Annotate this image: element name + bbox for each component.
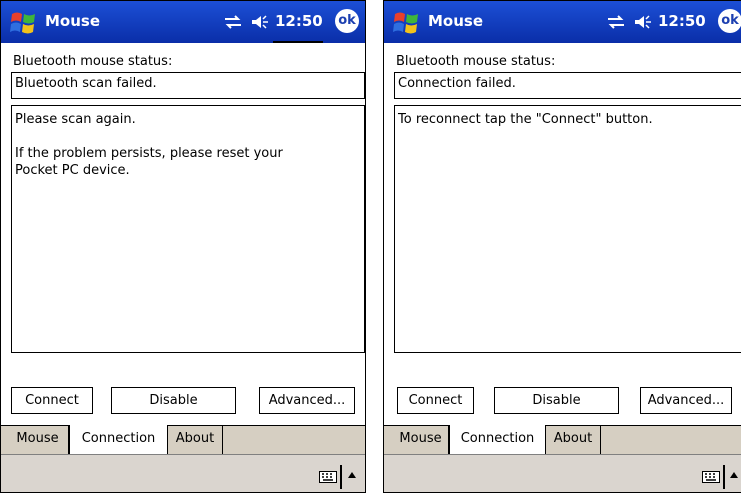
input-separator: [723, 465, 725, 489]
keyboard-icon[interactable]: [702, 471, 720, 483]
message-area: To reconnect tap the "Connect" button.: [394, 105, 741, 353]
tab-connection[interactable]: Connection: [449, 425, 546, 454]
windows-start-icon[interactable]: [392, 8, 422, 38]
connectivity-icon[interactable]: [606, 14, 626, 30]
advanced-button[interactable]: Advanced...: [640, 387, 732, 414]
message-area: Please scan again. If the problem persis…: [11, 105, 365, 353]
disable-button[interactable]: Disable: [494, 387, 619, 414]
clock[interactable]: 12:50: [275, 12, 323, 30]
tab-about[interactable]: About: [546, 425, 601, 454]
ok-button[interactable]: ok: [718, 9, 741, 33]
tab-bar: Mouse Connection About: [384, 425, 741, 455]
clock-underline: [273, 41, 323, 43]
status-label: Bluetooth mouse status:: [396, 54, 556, 69]
command-bar: [1, 454, 365, 492]
command-bar: [384, 454, 741, 492]
pocket-pc-screen-left: Mouse 12:50 ok Bluetooth mouse status: B…: [0, 0, 366, 493]
tab-mouse[interactable]: Mouse: [7, 425, 69, 454]
tab-about[interactable]: About: [168, 425, 223, 454]
tab-connection[interactable]: Connection: [69, 425, 168, 454]
status-label: Bluetooth mouse status:: [13, 54, 173, 69]
windows-start-icon[interactable]: [9, 8, 39, 38]
connect-button[interactable]: Connect: [397, 387, 474, 414]
clock[interactable]: 12:50: [658, 12, 706, 30]
ok-button[interactable]: ok: [335, 9, 359, 33]
connect-button[interactable]: Connect: [11, 387, 93, 414]
connectivity-icon[interactable]: [223, 14, 243, 30]
input-separator: [340, 465, 342, 489]
window-title: Mouse: [45, 12, 101, 30]
title-bar: Mouse 12:50 ok: [384, 1, 741, 43]
keyboard-icon[interactable]: [319, 471, 337, 483]
advanced-button[interactable]: Advanced...: [259, 387, 355, 414]
tab-mouse[interactable]: Mouse: [393, 425, 449, 454]
arrow-up-icon[interactable]: [348, 472, 356, 478]
disable-button[interactable]: Disable: [111, 387, 236, 414]
arrow-up-icon[interactable]: [730, 472, 738, 478]
volume-icon[interactable]: [633, 13, 653, 31]
tab-bar: Mouse Connection About: [1, 425, 365, 455]
volume-icon[interactable]: [250, 13, 270, 31]
window-title: Mouse: [428, 12, 484, 30]
status-field: Connection failed.: [394, 72, 741, 99]
status-field: Bluetooth scan failed.: [11, 72, 365, 99]
title-bar: Mouse 12:50 ok: [1, 1, 365, 43]
pocket-pc-screen-right: Mouse 12:50 ok Bluetooth mouse status: C…: [383, 0, 741, 493]
